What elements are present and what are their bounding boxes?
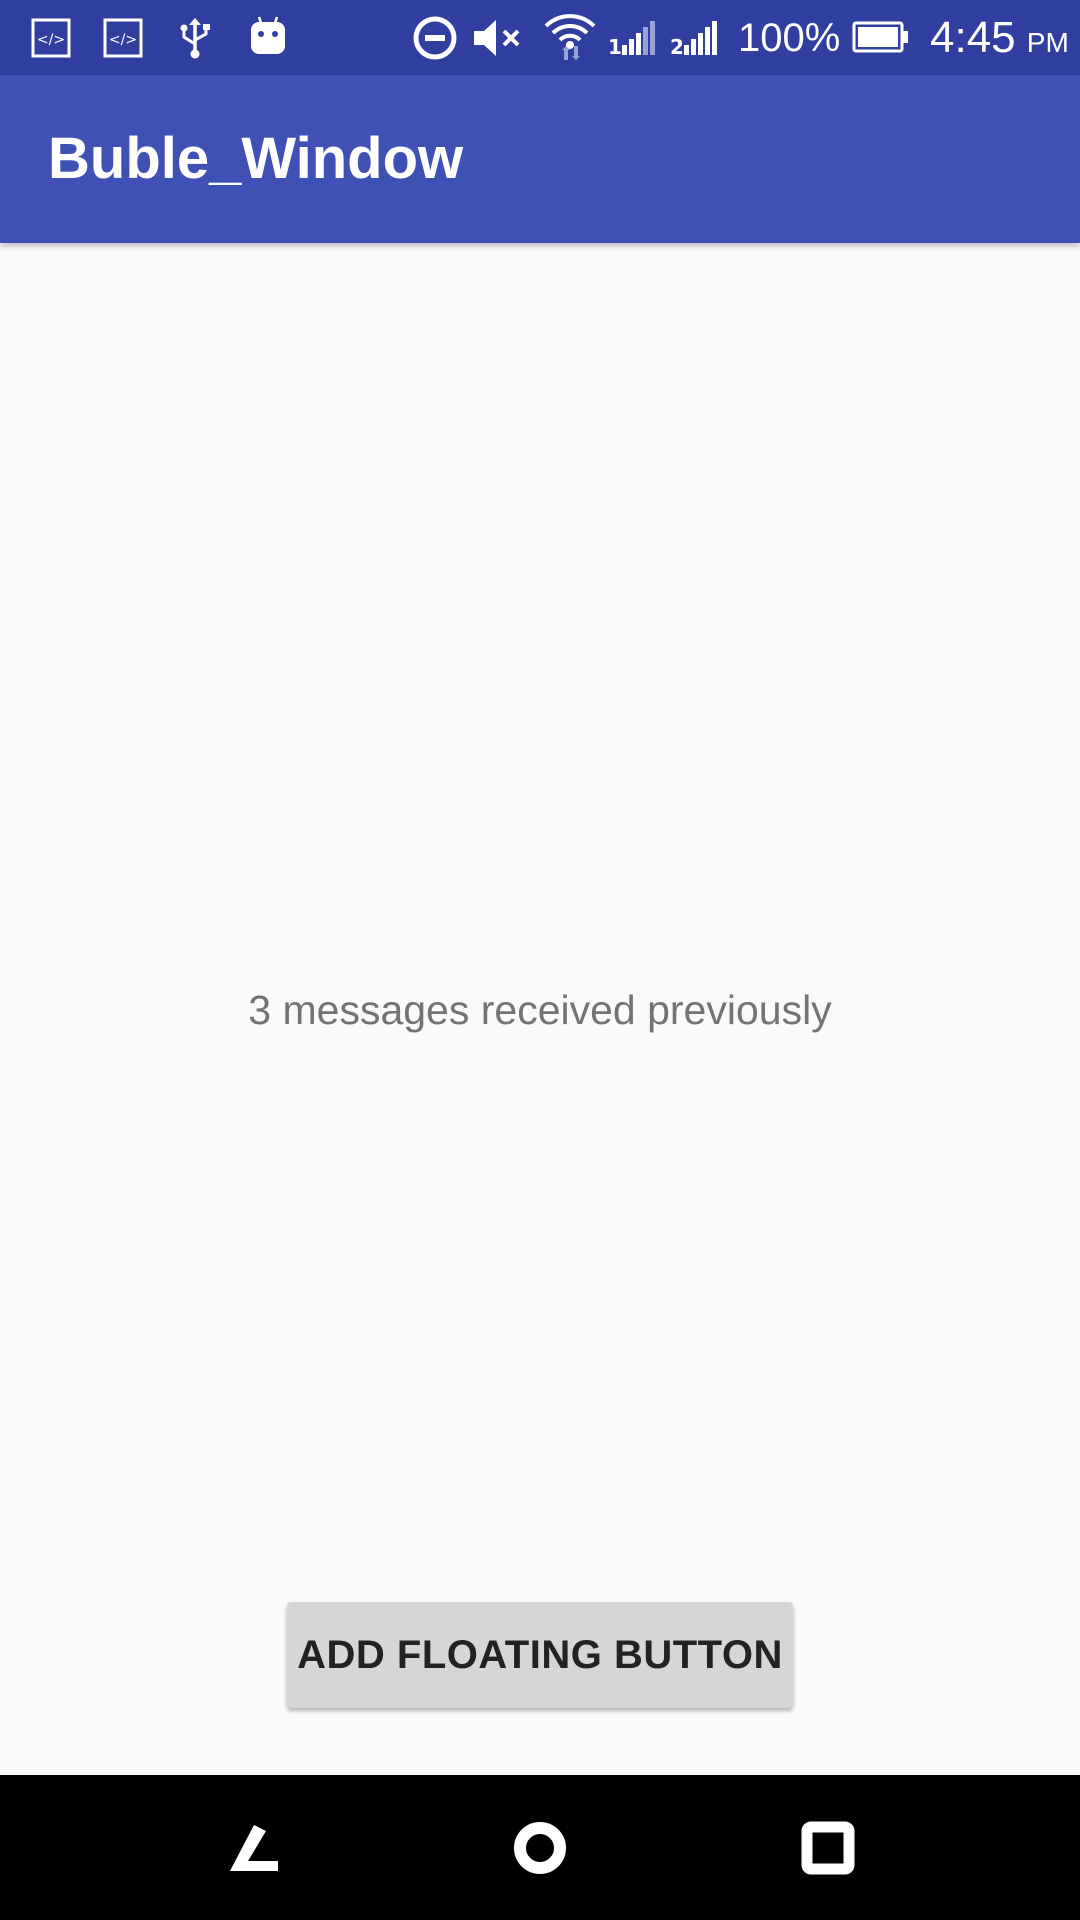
navigation-bar <box>0 1775 1080 1920</box>
do-not-disturb-icon <box>413 16 457 60</box>
page-title: Buble_Window <box>48 126 464 191</box>
svg-text:</>: </> <box>37 32 65 48</box>
recents-icon[interactable] <box>783 1803 873 1893</box>
battery-percent: 100% <box>738 16 841 60</box>
clock-time: 4:45 <box>930 13 1016 62</box>
app-bar: Buble_Window <box>0 75 1080 243</box>
status-bar: </> </> 1 2 100% 4:45 PM <box>0 0 1080 75</box>
android-icon <box>251 16 285 54</box>
clock-ampm: PM <box>1026 27 1069 58</box>
home-icon[interactable] <box>495 1803 585 1893</box>
add-floating-button[interactable]: ADD FLOATING BUTTON <box>287 1602 793 1708</box>
usb-icon <box>180 18 210 59</box>
battery-icon <box>852 21 908 53</box>
signal-sim2-icon: 2 <box>670 21 717 56</box>
code-icon: </> <box>31 18 71 58</box>
svg-text:2: 2 <box>670 35 684 56</box>
wifi-icon <box>544 14 596 60</box>
back-icon[interactable] <box>208 1803 298 1893</box>
svg-text:</>: </> <box>109 32 137 48</box>
svg-text:1: 1 <box>608 35 622 56</box>
signal-sim1-icon: 1 <box>608 21 655 56</box>
mute-icon <box>474 20 520 56</box>
clock: 4:45 PM <box>930 14 1069 67</box>
code-icon: </> <box>103 18 143 58</box>
messages-status-text: 3 messages received previously <box>248 987 832 1033</box>
